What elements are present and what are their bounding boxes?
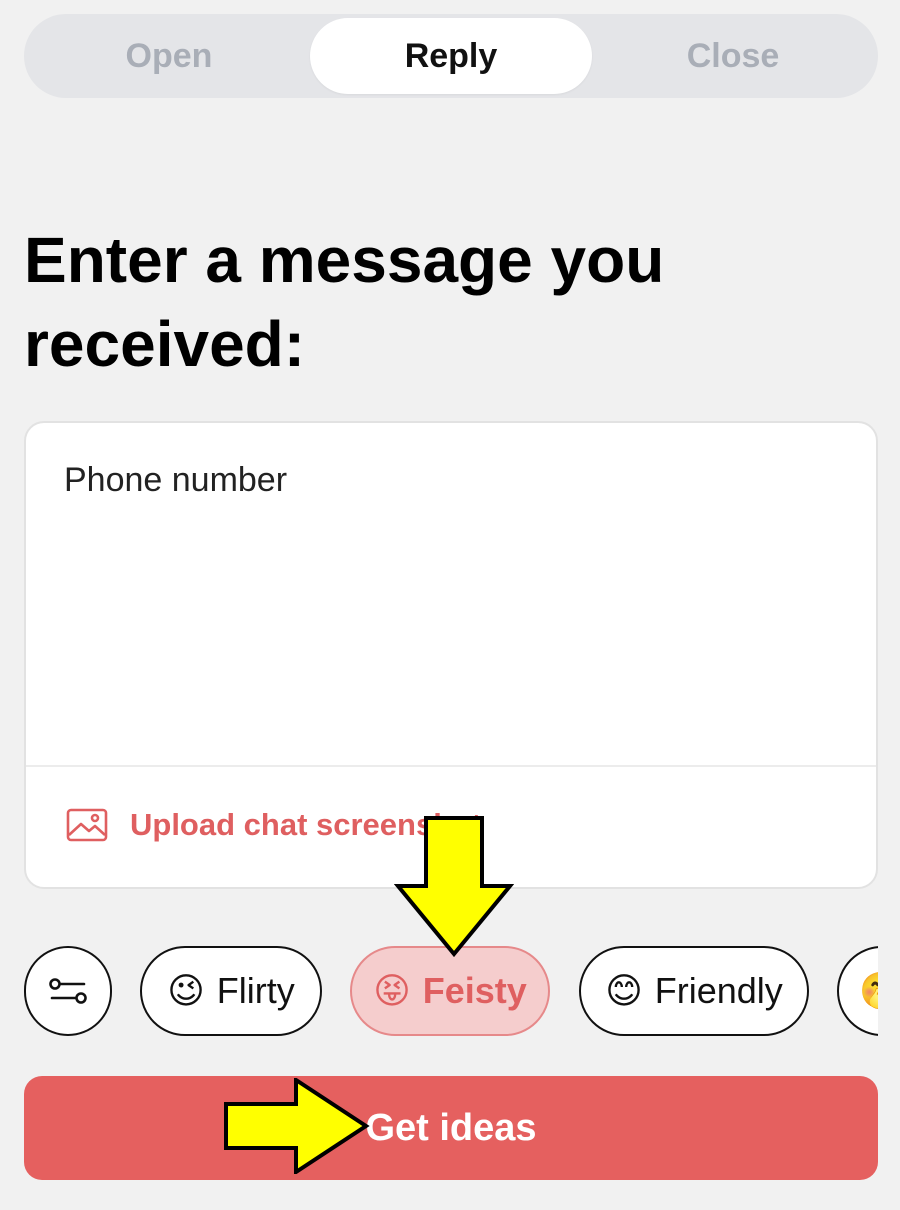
- giggle-emoji-icon: 🤭: [859, 970, 878, 1012]
- wink-emoji-icon: 😉: [167, 970, 205, 1011]
- card-divider: [26, 765, 876, 767]
- tone-chip-more[interactable]: 🤭: [837, 946, 878, 1036]
- get-ideas-button[interactable]: Get ideas: [24, 1076, 878, 1180]
- app-screen: Open Reply Close Enter a message you rec…: [0, 0, 900, 1210]
- tone-chip-feisty[interactable]: 😝 Feisty: [350, 946, 550, 1036]
- tone-chip-label: Friendly: [654, 970, 783, 1011]
- tab-close[interactable]: Close: [592, 18, 874, 94]
- tone-chip-row: 😉 Flirty 😝 Feisty 😊 Friendly 🤭: [24, 946, 878, 1038]
- tone-chip-friendly[interactable]: 😊 Friendly: [579, 946, 809, 1036]
- tone-chip-label: Flirty: [216, 970, 295, 1011]
- right-arrow-annotation-icon: [224, 1078, 370, 1174]
- mode-segmented-control: Open Reply Close: [24, 14, 878, 98]
- smile-emoji-icon: 😊: [605, 970, 643, 1011]
- tone-chip-flirty[interactable]: 😉 Flirty: [140, 946, 322, 1036]
- tab-reply[interactable]: Reply: [310, 18, 592, 94]
- tone-chip-label: Feisty: [422, 970, 527, 1011]
- tone-filter-button[interactable]: [24, 946, 112, 1036]
- image-icon: [66, 808, 108, 842]
- sliders-icon: [49, 978, 87, 1004]
- down-arrow-annotation-icon: [394, 816, 514, 958]
- tab-open[interactable]: Open: [28, 18, 310, 94]
- page-title: Enter a message you received:: [24, 224, 665, 380]
- message-input[interactable]: [64, 461, 824, 761]
- tongue-emoji-icon: 😝: [373, 970, 411, 1011]
